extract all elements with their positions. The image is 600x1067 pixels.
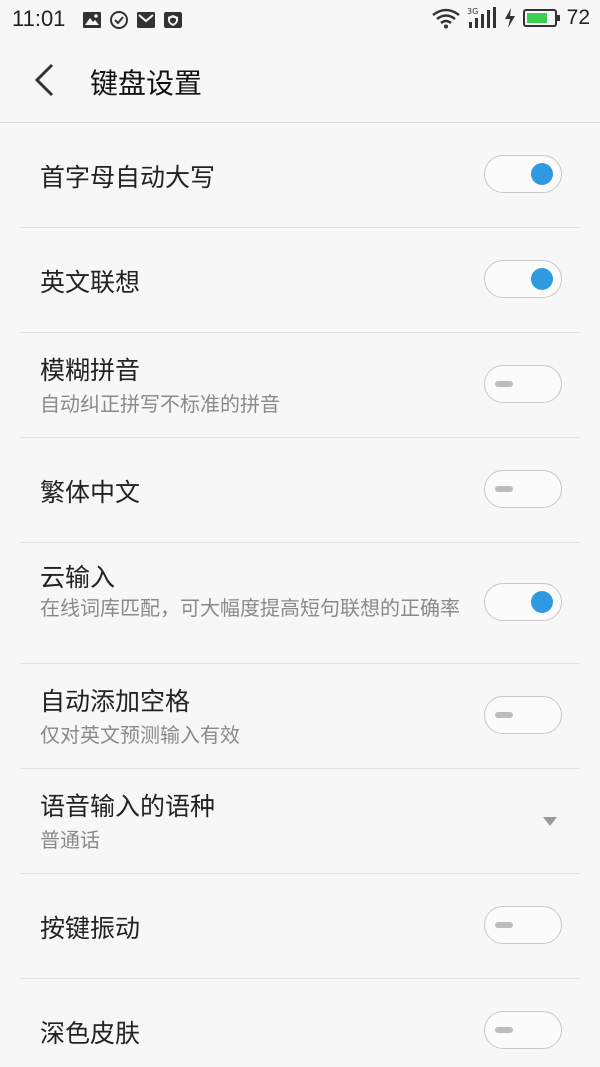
setting-title: 繁体中文 [40, 478, 141, 507]
battery-icon [522, 9, 560, 27]
setting-title: 英文联想 [40, 268, 141, 297]
mail-icon [137, 12, 155, 28]
toggle-knob [531, 268, 553, 290]
setting-row-auto-capitalize[interactable]: 首字母自动大写 [0, 123, 600, 228]
check-circle-icon [110, 11, 128, 29]
setting-title: 首字母自动大写 [40, 163, 216, 192]
toggle-switch[interactable] [484, 583, 562, 621]
setting-row-auto-space[interactable]: 自动添加空格 仅对英文预测输入有效 [0, 664, 600, 769]
image-icon [83, 12, 101, 28]
setting-row-dark-skin[interactable]: 深色皮肤 [0, 979, 600, 1067]
toggle-knob [531, 591, 553, 613]
dropdown-arrow-icon[interactable] [543, 817, 557, 826]
toggle-switch[interactable] [484, 260, 562, 298]
setting-subtitle: 自动纠正拼写不标准的拼音 [40, 392, 280, 416]
toggle-switch[interactable] [484, 1011, 562, 1049]
setting-row-cloud-input[interactable]: 云输入 在线词库匹配，可大幅度提高短句联想的正确率 [0, 543, 600, 664]
toggle-switch[interactable] [484, 155, 562, 193]
toggle-knob [495, 1027, 513, 1033]
charging-icon [504, 8, 515, 28]
setting-title: 云输入 [40, 563, 116, 592]
chevron-left-icon [34, 63, 54, 97]
header: 键盘设置 [0, 40, 600, 123]
status-right: 3G 72 [431, 6, 590, 30]
setting-row-key-vibration[interactable]: 按键振动 [0, 874, 600, 979]
network-type: 3G [467, 7, 478, 16]
toggle-knob [531, 163, 553, 185]
setting-row-voice-language[interactable]: 语音输入的语种 普通话 [0, 769, 600, 874]
setting-row-fuzzy-pinyin[interactable]: 模糊拼音 自动纠正拼写不标准的拼音 [0, 333, 600, 438]
page-title: 键盘设置 [90, 67, 203, 100]
toggle-knob [495, 712, 513, 718]
setting-row-english-prediction[interactable]: 英文联想 [0, 228, 600, 333]
toggle-knob [495, 486, 513, 492]
wifi-icon [431, 8, 460, 29]
setting-row-traditional-chinese[interactable]: 繁体中文 [0, 438, 600, 543]
shield-icon [164, 12, 182, 28]
setting-title: 语音输入的语种 [40, 792, 216, 821]
setting-subtitle: 普通话 [40, 828, 100, 852]
setting-title: 按键振动 [40, 914, 141, 943]
toggle-switch[interactable] [484, 906, 562, 944]
setting-title: 深色皮肤 [40, 1019, 141, 1048]
toggle-switch[interactable] [484, 696, 562, 734]
setting-title: 自动添加空格 [40, 687, 191, 716]
setting-subtitle: 在线词库匹配，可大幅度提高短句联想的正确率 [40, 596, 460, 620]
battery-percentage: 72 [566, 6, 590, 29]
status-time: 11:01 [12, 6, 66, 31]
toggle-knob [495, 922, 513, 928]
notification-icons [82, 10, 183, 30]
setting-subtitle: 仅对英文预测输入有效 [40, 723, 240, 747]
signal-icon: 3G [467, 7, 496, 28]
status-bar: 11:01 3G 72 [0, 0, 600, 40]
back-button[interactable] [24, 60, 64, 100]
toggle-switch[interactable] [484, 470, 562, 508]
toggle-knob [495, 381, 513, 387]
setting-title: 模糊拼音 [40, 356, 141, 385]
toggle-switch[interactable] [484, 365, 562, 403]
